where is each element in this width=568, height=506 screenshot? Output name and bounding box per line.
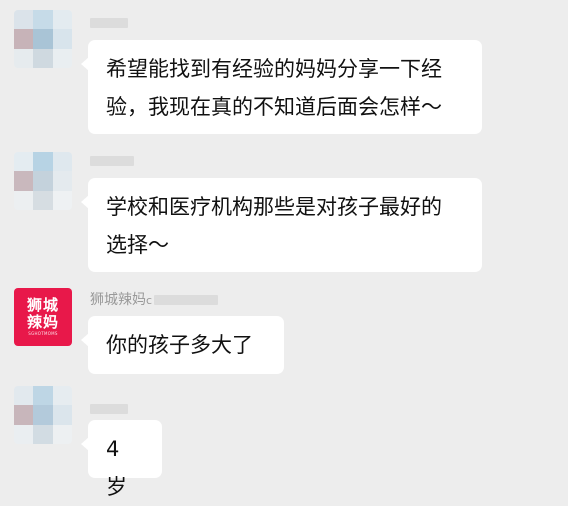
message-line: 选择〜 bbox=[106, 233, 169, 257]
message-line: 希望能找到有经验的妈妈分享一下经 bbox=[106, 57, 442, 81]
redacted-name bbox=[90, 404, 128, 414]
pixelated-avatar-icon bbox=[14, 152, 72, 210]
redacted-name bbox=[90, 156, 134, 166]
brand-logo-icon: 狮城 bbox=[26, 296, 59, 314]
message-bubble[interactable]: 希望能找到有经验的妈妈分享一下经 验，我现在真的不知道后面会怎样〜 bbox=[81, 40, 482, 134]
redacted-name bbox=[154, 295, 219, 305]
message-line: 4 岁 bbox=[106, 437, 127, 499]
message-bubble[interactable]: 4 岁 bbox=[81, 420, 162, 499]
message-line: 学校和医疗机构那些是对孩子最好的 bbox=[106, 195, 442, 219]
pixelated-avatar-icon bbox=[14, 386, 72, 444]
message-line: 验，我现在真的不知道后面会怎样〜 bbox=[106, 95, 442, 119]
message-bubble[interactable]: 你的孩子多大了 bbox=[81, 316, 284, 374]
sender-name bbox=[90, 400, 128, 418]
brand-logo-small: SGHOTMOMS bbox=[28, 331, 58, 336]
sender-name bbox=[90, 14, 128, 32]
brand-logo-text: 辣妈 bbox=[26, 313, 59, 331]
redacted-name bbox=[90, 18, 128, 28]
message-bubble[interactable]: 学校和医疗机构那些是对孩子最好的 选择〜 bbox=[81, 178, 482, 272]
sender-name: 狮城辣妈c bbox=[90, 291, 219, 309]
sender-name bbox=[90, 152, 134, 170]
message-line: 你的孩子多大了 bbox=[106, 333, 253, 357]
avatar[interactable] bbox=[14, 386, 72, 444]
avatar[interactable] bbox=[14, 152, 72, 210]
pixelated-avatar-icon bbox=[14, 10, 72, 68]
avatar[interactable] bbox=[14, 10, 72, 68]
avatar[interactable]: 狮城 辣妈 SGHOTMOMS bbox=[14, 288, 72, 346]
